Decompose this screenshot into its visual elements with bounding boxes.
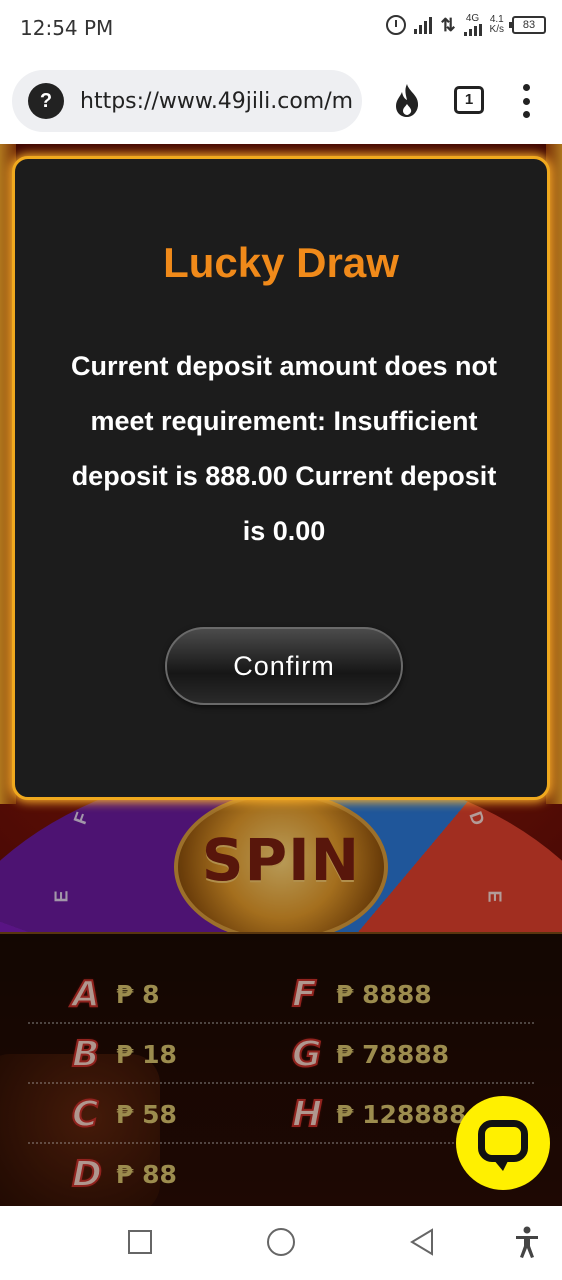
recents-icon[interactable] [128, 1230, 152, 1254]
back-icon[interactable] [410, 1228, 434, 1256]
signal-icon [414, 16, 433, 34]
chat-bubble-icon [478, 1120, 528, 1171]
status-time: 12:54 PM [20, 16, 114, 40]
dialog-message: Current deposit amount does not meet req… [70, 351, 497, 546]
status-bar: 12:54 PM ⇅ 4G 4.1 K/s 83 [0, 0, 562, 58]
network-speed: 4.1 K/s [489, 14, 504, 35]
lucky-draw-dialog: Lucky Draw Current deposit amount does n… [12, 156, 550, 800]
menu-icon[interactable] [520, 84, 532, 118]
browser-toolbar: ? https://www.49jili.com/m 1 [0, 58, 562, 144]
network-group: 4G [463, 13, 482, 36]
flame-icon[interactable] [392, 82, 422, 118]
signal-4g-icon [463, 24, 482, 36]
dialog-title: Lucky Draw [163, 239, 399, 286]
system-nav-bar [0, 1206, 562, 1280]
confirm-button[interactable]: Confirm [165, 627, 403, 705]
site-info-icon[interactable]: ? [28, 83, 64, 119]
battery-icon: 83 [509, 16, 546, 34]
accessibility-icon[interactable] [514, 1226, 540, 1258]
live-chat-button[interactable] [456, 1096, 550, 1190]
status-icons: ⇅ 4G 4.1 K/s 83 [386, 14, 546, 36]
address-bar[interactable]: ? https://www.49jili.com/m [12, 70, 362, 132]
tabs-icon[interactable]: 1 [454, 86, 484, 114]
data-transfer-icon: ⇅ [440, 14, 456, 35]
network-type: 4G [465, 13, 480, 24]
url-text[interactable]: https://www.49jili.com/m [80, 89, 352, 114]
home-icon[interactable] [267, 1228, 295, 1256]
alarm-icon [386, 15, 407, 35]
